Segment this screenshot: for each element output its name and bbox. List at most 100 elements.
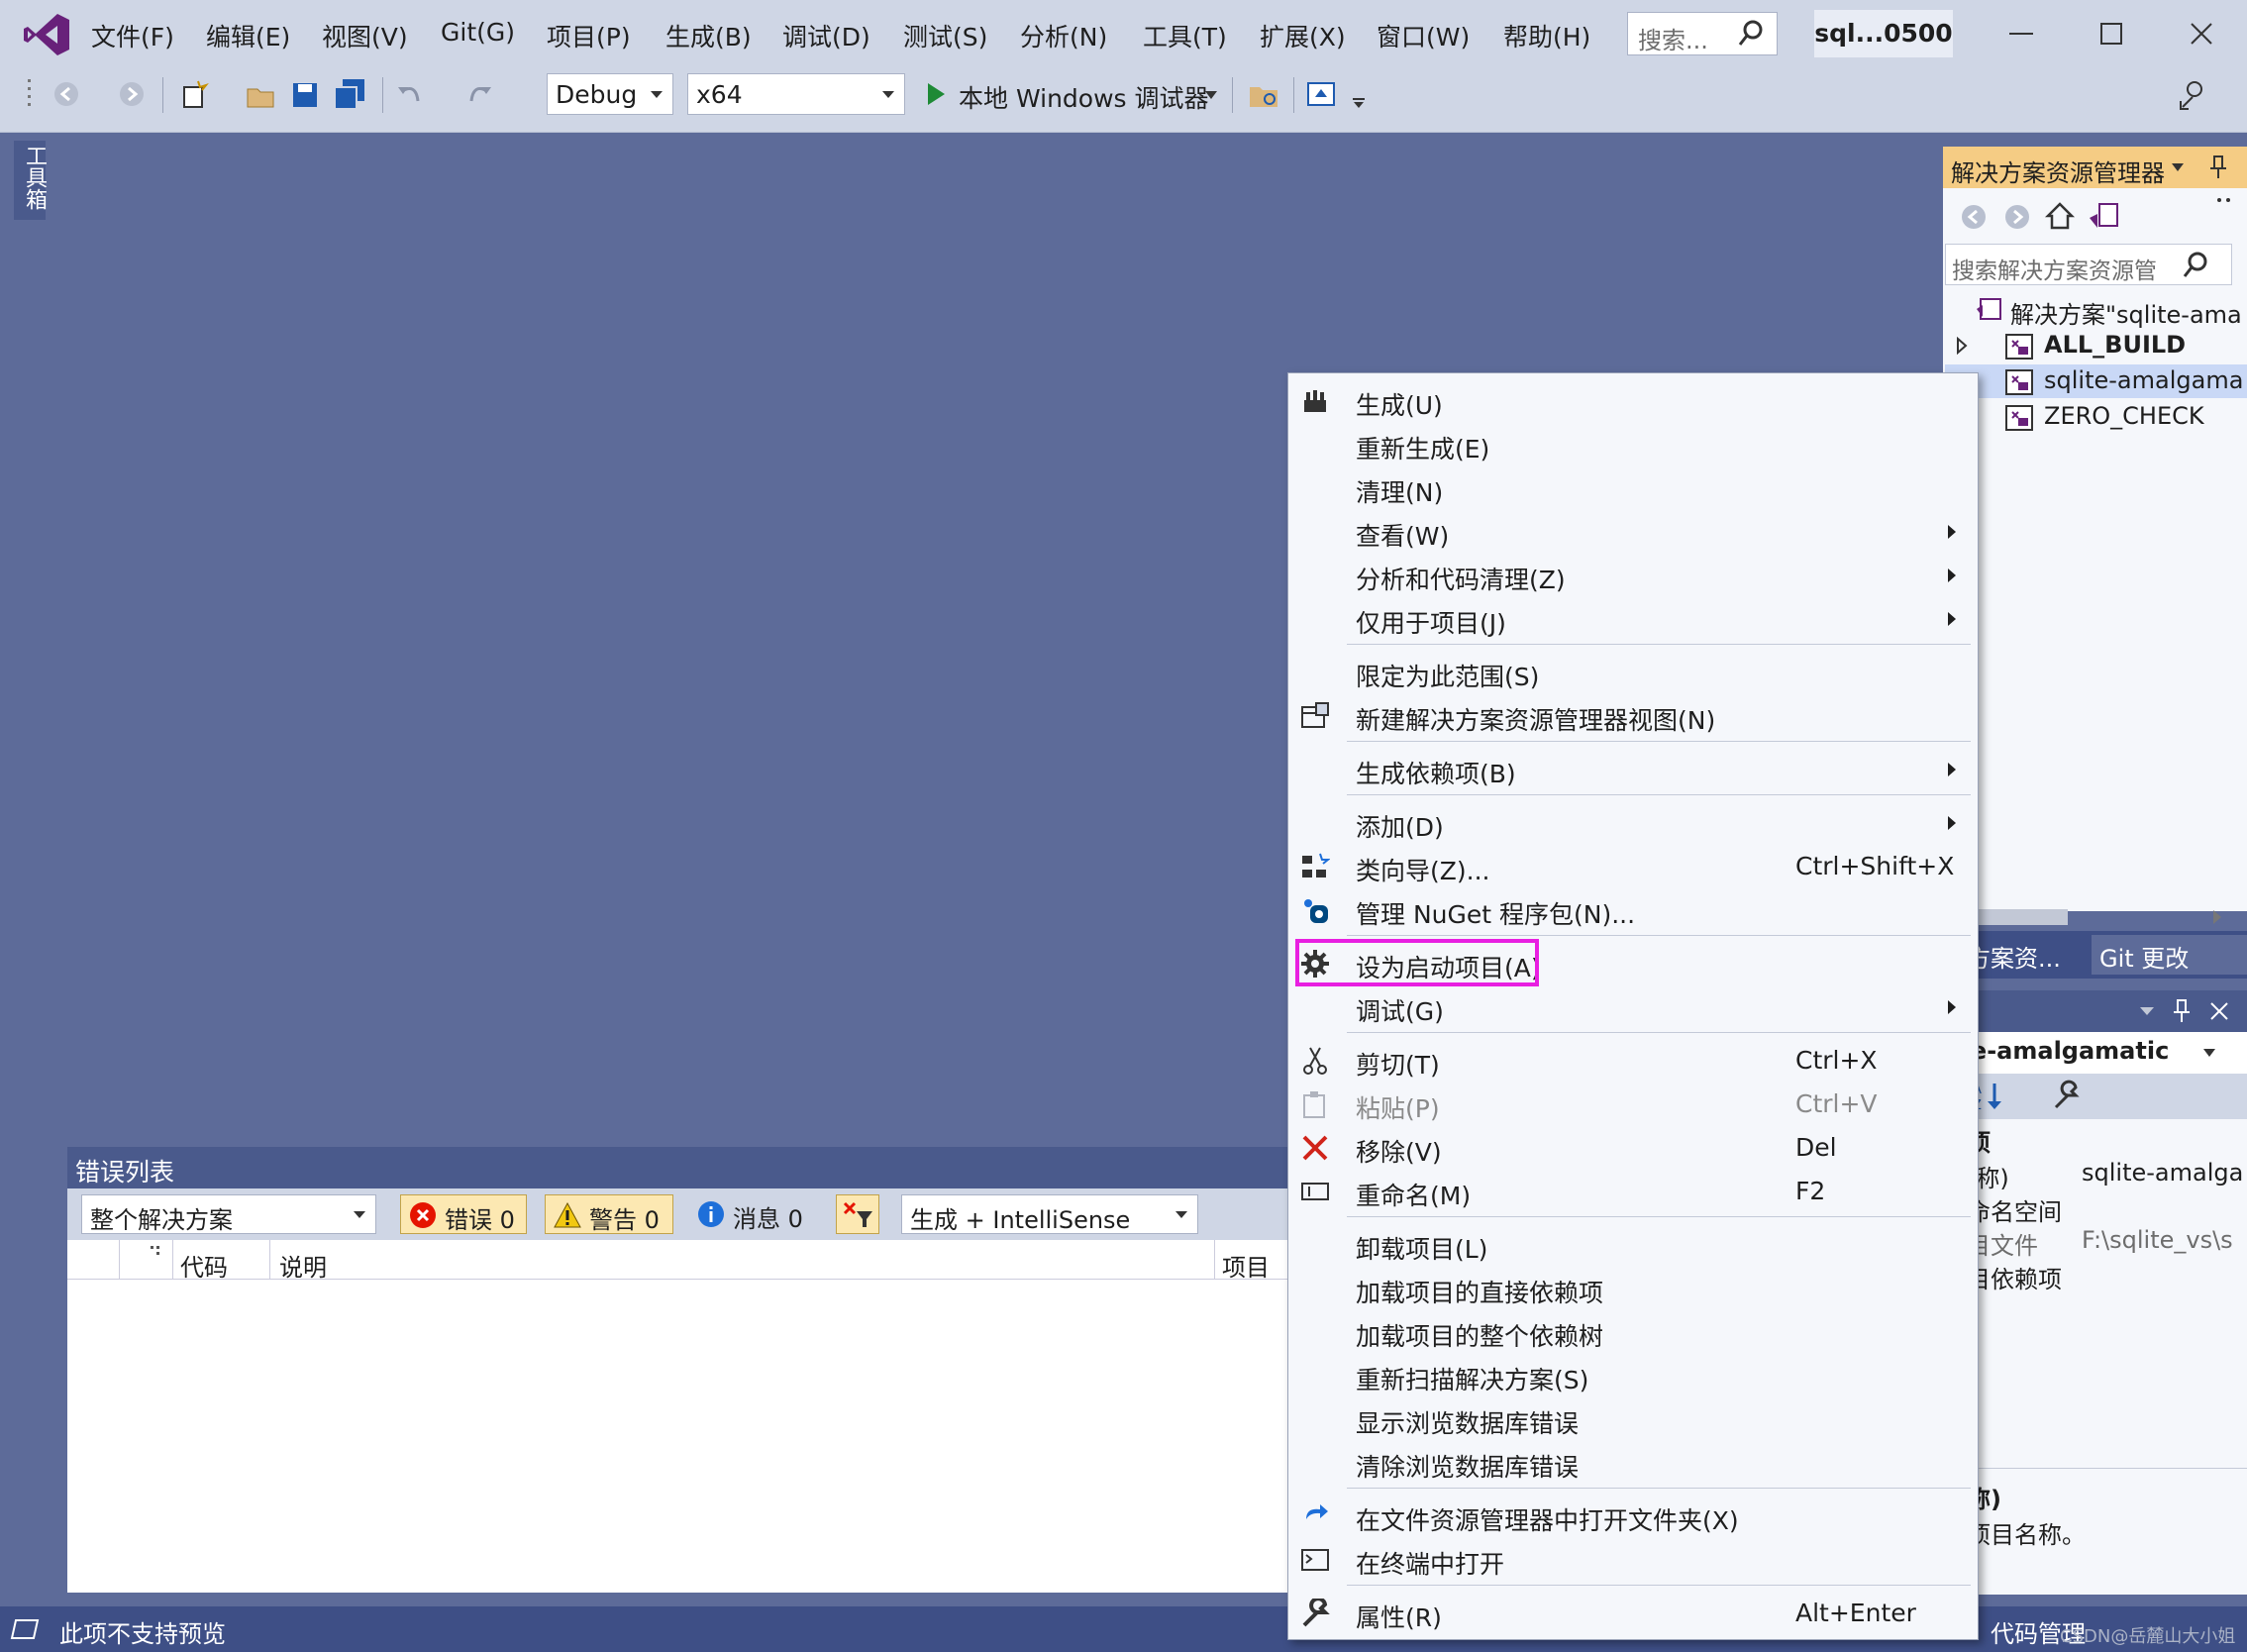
toolbar-grip-icon[interactable]	[26, 77, 36, 113]
configuration-dropdown[interactable]: Debug	[547, 73, 673, 115]
close-icon[interactable]	[2182, 14, 2221, 53]
context-menu-item[interactable]: 管理 NuGet 程序包(N)...	[1288, 889, 1978, 931]
screenshot-icon[interactable]	[1305, 79, 1339, 111]
browse-folder-icon[interactable]	[1248, 79, 1281, 111]
column-filter-icon[interactable]	[149, 1244, 164, 1256]
messages-filter-button[interactable]: 消息 0	[689, 1194, 818, 1234]
context-menu-item[interactable]: 生成依赖项(B)	[1288, 749, 1978, 790]
error-list-header[interactable]: 错误列表	[67, 1147, 1287, 1188]
menu-item[interactable]: 生成(B)	[665, 18, 752, 53]
context-menu-item[interactable]: 添加(D)	[1288, 802, 1978, 844]
context-menu-item[interactable]: 限定为此范围(S)	[1288, 652, 1978, 693]
tree-item-solution[interactable]: 解决方案"sqlite-ama	[1945, 293, 2247, 329]
tab-git-changes[interactable]: Git 更改	[2092, 935, 2247, 975]
menu-item[interactable]: 分析(N)	[1020, 18, 1107, 53]
context-menu-item[interactable]: 清理(N)	[1288, 467, 1978, 509]
back-icon[interactable]	[1959, 202, 1989, 232]
menu-item[interactable]: 工具(T)	[1143, 18, 1227, 53]
chevron-down-icon[interactable]	[1204, 89, 1218, 101]
scroll-right-icon[interactable]	[2210, 907, 2224, 927]
build-filter-button[interactable]	[836, 1194, 879, 1234]
context-menu-item[interactable]: 调试(G)	[1288, 986, 1978, 1028]
properties-header[interactable]: 性	[1943, 990, 2247, 1032]
property-value[interactable]: F:\sqlite_vs\s	[2082, 1226, 2247, 1254]
property-value[interactable]: sqlite-amalga	[2082, 1159, 2247, 1187]
properties-object-selector[interactable]: lite-amalgamatic	[1943, 1032, 2247, 1074]
warnings-filter-button[interactable]: 警告 0	[545, 1194, 673, 1234]
visual-studio-logo-icon[interactable]	[22, 12, 71, 57]
context-menu-item[interactable]: 类向导(Z)... Ctrl+Shift+X	[1288, 846, 1978, 887]
menu-item[interactable]: 调试(D)	[782, 18, 870, 53]
redo-icon[interactable]	[465, 79, 495, 109]
tree-item-all-build[interactable]: ALL_BUILD	[1945, 329, 2247, 362]
column-header-project[interactable]: 项目	[1222, 1248, 1270, 1283]
overflow-icon[interactable]	[2214, 194, 2234, 206]
context-menu-item[interactable]: 清除浏览数据库错误	[1288, 1442, 1978, 1484]
menu-item[interactable]: Git(G)	[441, 18, 515, 47]
live-share-icon[interactable]	[2177, 77, 2210, 111]
errors-filter-button[interactable]: 错误 0	[400, 1194, 527, 1234]
context-menu-item[interactable]: 仅用于项目(J)	[1288, 598, 1978, 640]
context-menu-item[interactable]: 加载项目的整个依赖树	[1288, 1311, 1978, 1353]
solution-name-badge[interactable]: sql...0500	[1814, 10, 1953, 57]
save-all-icon[interactable]	[333, 77, 368, 113]
context-menu-item[interactable]: 重新扫描解决方案(S)	[1288, 1355, 1978, 1396]
platform-dropdown[interactable]: x64	[687, 73, 905, 115]
menu-item[interactable]: 帮助(H)	[1503, 18, 1590, 53]
property-pages-icon[interactable]	[2050, 1080, 2084, 1113]
menu-item[interactable]: 视图(V)	[322, 18, 408, 53]
menu-item[interactable]: 文件(F)	[91, 18, 174, 53]
solution-search-input[interactable]: 搜索解决方案资源管	[1945, 244, 2232, 285]
toolbox-tab[interactable]: 工具箱	[14, 141, 47, 220]
context-menu-item[interactable]: 分析和代码清理(Z)	[1288, 555, 1978, 596]
pin-icon[interactable]	[2208, 155, 2228, 180]
tree-item-zero-check[interactable]: ZERO_CHECK	[1945, 400, 2247, 434]
menu-item[interactable]: 编辑(E)	[206, 18, 290, 53]
context-menu-item[interactable]: 卸载项目(L)	[1288, 1224, 1978, 1266]
undo-icon[interactable]	[394, 79, 424, 109]
error-scope-dropdown[interactable]: 整个解决方案	[81, 1194, 376, 1234]
open-folder-icon[interactable]	[246, 79, 277, 111]
close-icon[interactable]	[2208, 1000, 2230, 1022]
search-input[interactable]: 搜索...	[1627, 12, 1778, 55]
context-menu-item[interactable]: 新建解决方案资源管理器视图(N)	[1288, 695, 1978, 737]
menu-item[interactable]: 扩展(X)	[1260, 18, 1346, 53]
back-icon[interactable]	[51, 79, 81, 109]
home-icon[interactable]	[2044, 200, 2076, 232]
horizontal-scrollbar-thumb[interactable]	[1979, 909, 2068, 925]
maximize-icon[interactable]	[2092, 14, 2131, 53]
context-menu-item[interactable]: 重命名(M) F2	[1288, 1171, 1978, 1212]
switch-views-icon[interactable]	[2088, 200, 2121, 232]
pin-icon[interactable]	[2173, 998, 2191, 1024]
toolbar-overflow-icon[interactable]	[1351, 97, 1367, 109]
minimize-icon[interactable]	[2001, 14, 2041, 53]
tree-item-sqlite-amalgamation[interactable]: sqlite-amalgama	[1945, 364, 2247, 398]
chevron-down-icon[interactable]	[2139, 1006, 2155, 1016]
start-debugger-button[interactable]: 本地 Windows 调试器	[959, 79, 1209, 115]
context-menu-item[interactable]: 在文件资源管理器中打开文件夹(X)	[1288, 1496, 1978, 1537]
solution-explorer-header[interactable]: 解决方案资源管理器	[1943, 147, 2247, 188]
column-header-description[interactable]: 说明	[279, 1248, 327, 1283]
menu-item[interactable]: 项目(P)	[547, 18, 631, 53]
context-menu-item[interactable]: 移除(V) Del	[1288, 1127, 1978, 1169]
chevron-down-icon[interactable]	[2171, 162, 2185, 172]
build-source-dropdown[interactable]: 生成 + IntelliSense	[901, 1194, 1198, 1234]
menu-item[interactable]: 测试(S)	[903, 18, 987, 53]
menu-item[interactable]: 窗口(W)	[1377, 18, 1470, 53]
context-menu-label: 添加(D)	[1356, 813, 1444, 842]
context-menu-item[interactable]: 生成(U)	[1288, 380, 1978, 422]
forward-icon[interactable]	[117, 79, 147, 109]
forward-icon[interactable]	[2002, 202, 2032, 232]
new-project-icon[interactable]	[178, 79, 210, 111]
context-menu-item[interactable]: 加载项目的直接依赖项	[1288, 1268, 1978, 1309]
context-menu-item[interactable]: 在终端中打开	[1288, 1539, 1978, 1581]
column-header-code[interactable]: 代码	[180, 1248, 228, 1283]
context-menu-item[interactable]: 重新生成(E)	[1288, 424, 1978, 465]
context-menu-item[interactable]: 显示浏览数据库错误	[1288, 1398, 1978, 1440]
play-icon[interactable]	[925, 81, 947, 107]
expand-arrow-icon[interactable]	[1955, 337, 1969, 355]
context-menu-item[interactable]: 属性(R) Alt+Enter	[1288, 1593, 1978, 1634]
context-menu-item[interactable]: 查看(W)	[1288, 511, 1978, 553]
save-icon[interactable]	[289, 79, 321, 111]
context-menu-item[interactable]: 剪切(T) Ctrl+X	[1288, 1040, 1978, 1082]
